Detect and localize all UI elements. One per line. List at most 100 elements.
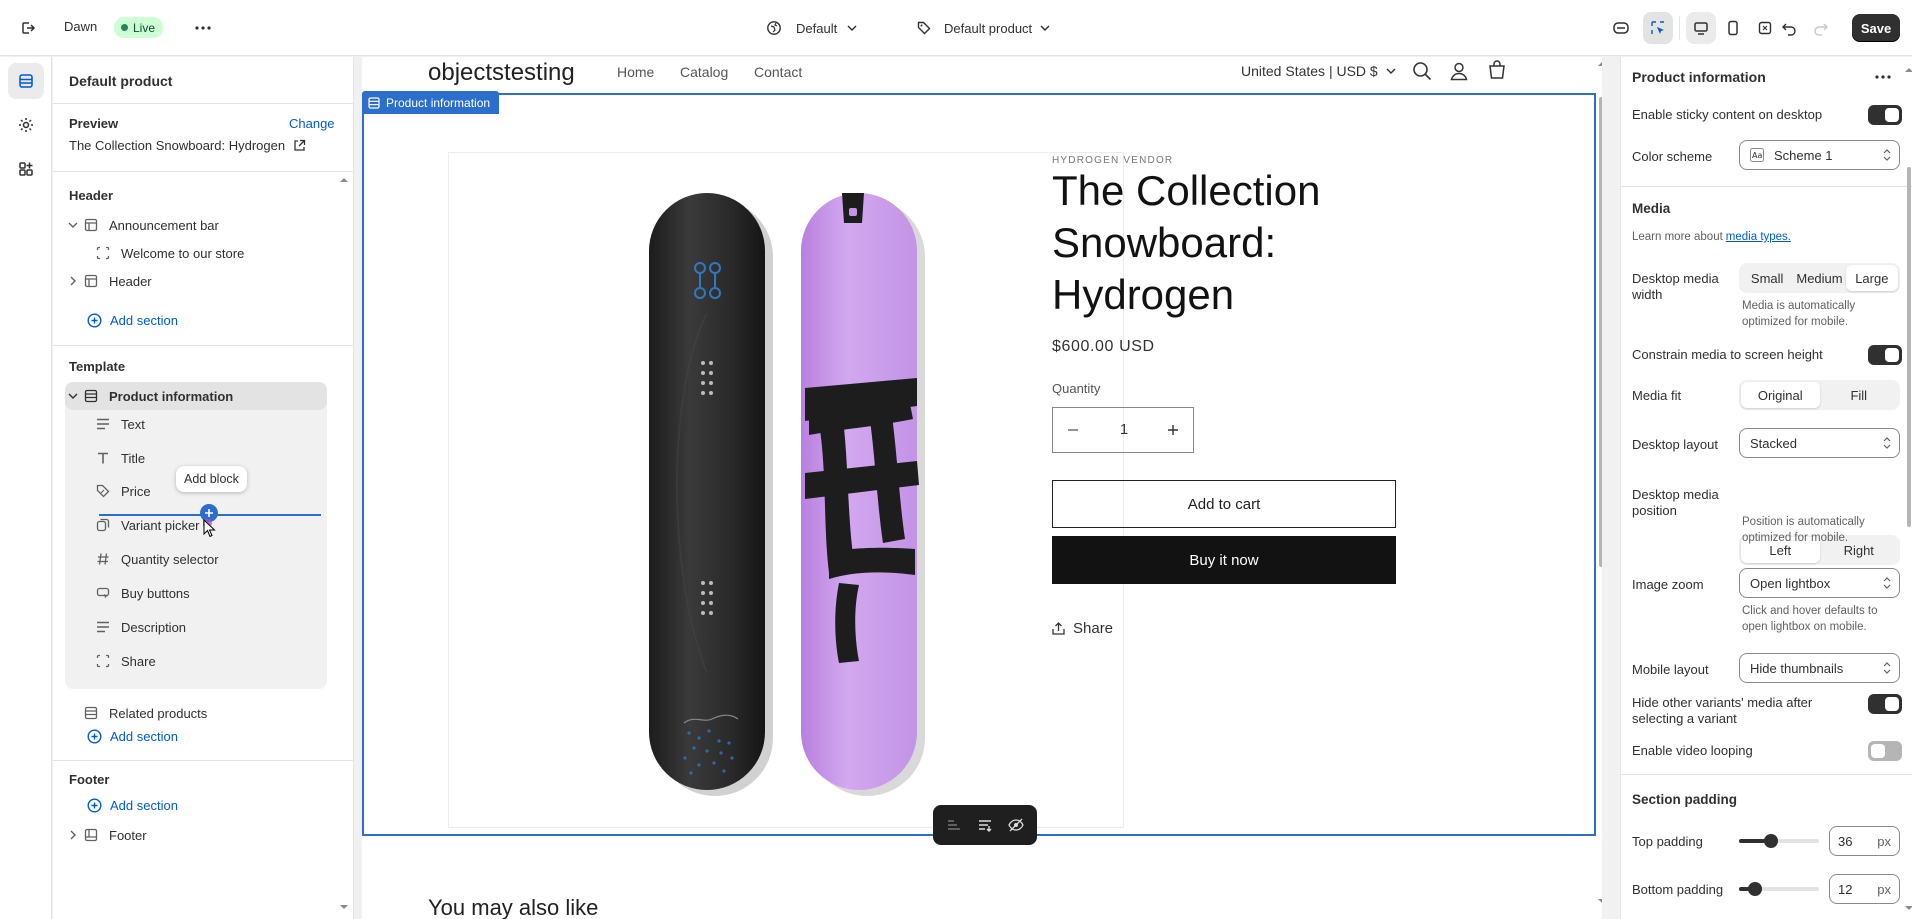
section-padding-heading: Section padding [1632, 792, 1738, 807]
settings-title: Product information [1632, 69, 1766, 85]
mobile-view-icon[interactable] [1718, 12, 1748, 44]
unit-label: px [1877, 833, 1891, 849]
block-buy-buttons[interactable]: Buy buttons [81, 579, 327, 607]
preview-product[interactable]: The Collection Snowboard: Hydrogen [69, 138, 306, 153]
tree-item-welcome[interactable]: Welcome to our store [81, 239, 327, 267]
preview-scrollbar[interactable] [1599, 97, 1602, 567]
move-down-icon[interactable] [977, 818, 993, 832]
section-tag-label: Product information [386, 95, 491, 110]
search-icon[interactable] [1412, 61, 1432, 81]
top-padding-slider[interactable] [1739, 839, 1819, 843]
scroll-up-icon[interactable] [1597, 61, 1602, 67]
sections-icon[interactable] [8, 63, 44, 99]
scheme-swatch-icon: Aa [1750, 148, 1764, 162]
add-section-button[interactable]: Add section [87, 729, 178, 744]
account-icon[interactable] [1449, 61, 1469, 81]
tag-icon [916, 20, 932, 36]
icon-rail [0, 57, 52, 919]
share-button[interactable]: Share [1052, 620, 1113, 637]
add-to-cart-button[interactable]: Add to cart [1052, 480, 1396, 528]
product-media[interactable] [448, 152, 1124, 828]
section-toolbar [933, 805, 1037, 845]
chevron-down-icon[interactable] [65, 393, 81, 399]
cart-icon[interactable] [1487, 60, 1507, 80]
more-actions-icon[interactable] [188, 12, 218, 44]
related-heading: You may also like [428, 895, 599, 919]
media-width-large[interactable]: Large [1845, 265, 1898, 291]
plus-icon[interactable] [1167, 424, 1179, 436]
block-quantity-selector[interactable]: Quantity selector [81, 545, 327, 573]
scroll-up-icon[interactable] [1904, 67, 1912, 73]
quantity-stepper[interactable]: 1 [1052, 407, 1194, 453]
sticky-toggle[interactable] [1868, 105, 1902, 125]
variant-icon [93, 518, 113, 532]
chevron-right-icon[interactable] [65, 830, 81, 840]
template-selector[interactable]: Default [758, 12, 868, 44]
block-label: Buy buttons [121, 585, 190, 601]
top-padding-label: Top padding [1632, 834, 1703, 849]
bottom-padding-thumb[interactable] [1748, 882, 1762, 896]
theme-store-icon[interactable] [1606, 12, 1636, 44]
hide-icon[interactable] [1007, 818, 1024, 832]
chevron-right-icon[interactable] [65, 276, 81, 286]
product-selector[interactable]: Default product [908, 12, 1068, 44]
settings-scrollbar[interactable] [1907, 167, 1911, 527]
add-section-button[interactable]: Add section [87, 313, 178, 328]
media-fit-fill[interactable]: Fill [1820, 382, 1899, 408]
nav-contact[interactable]: Contact [754, 64, 802, 80]
top-padding-value[interactable]: 36 [1838, 834, 1852, 849]
bottom-padding-input[interactable]: 12 px [1829, 874, 1900, 904]
globe-icon [766, 20, 782, 36]
image-zoom-select[interactable]: Open lightbox [1739, 568, 1900, 598]
redo-icon[interactable] [1806, 12, 1836, 44]
svg-text:Aa: Aa [1752, 151, 1762, 160]
top-padding-thumb[interactable] [1764, 834, 1778, 848]
media-width-medium[interactable]: Medium [1793, 265, 1845, 291]
nav-catalog[interactable]: Catalog [680, 64, 728, 80]
undo-icon[interactable] [1774, 12, 1804, 44]
top-padding-input[interactable]: 36 px [1829, 826, 1900, 856]
desktop-layout-select[interactable]: Stacked [1739, 428, 1900, 458]
color-scheme-select[interactable]: Aa Scheme 1 [1739, 140, 1900, 170]
locale-selector[interactable]: United States | USD $ [1241, 63, 1396, 79]
desktop-view-icon[interactable] [1686, 12, 1716, 44]
video-loop-toggle[interactable] [1868, 741, 1902, 761]
hide-variants-toggle[interactable] [1868, 694, 1902, 714]
apps-icon[interactable] [8, 151, 44, 187]
nav-home[interactable]: Home [617, 64, 654, 80]
more-actions-icon[interactable] [1875, 75, 1891, 79]
inspector-icon[interactable] [1643, 12, 1673, 44]
scroll-down-icon[interactable] [339, 904, 349, 910]
add-section-button[interactable]: Add section [87, 798, 178, 813]
move-up-icon[interactable] [946, 818, 962, 832]
tree-item-product-information[interactable]: Product information [65, 382, 327, 410]
chevron-down-icon[interactable] [65, 222, 81, 228]
scroll-down-icon[interactable] [1904, 905, 1912, 911]
block-text[interactable]: Text [81, 410, 327, 438]
store-logo[interactable]: objectstesting [428, 59, 575, 87]
block-description[interactable]: Description [81, 613, 327, 641]
section-tag[interactable]: Product information [362, 91, 500, 114]
change-link[interactable]: Change [289, 116, 335, 131]
scroll-up-icon[interactable] [339, 177, 349, 183]
scroll-down-icon[interactable] [1597, 898, 1602, 904]
constrain-toggle[interactable] [1868, 345, 1902, 365]
media-fit-original[interactable]: Original [1741, 382, 1820, 408]
text-align-icon [93, 621, 113, 633]
block-share[interactable]: Share [81, 647, 327, 675]
tree-item-announcement-bar[interactable]: Announcement bar [65, 211, 327, 239]
mobile-layout-select[interactable]: Hide thumbnails [1739, 653, 1900, 683]
plus-circle-icon [87, 729, 102, 744]
tree-item-related-products[interactable]: Related products [65, 699, 327, 727]
theme-settings-icon[interactable] [8, 107, 44, 143]
block-icon [93, 246, 113, 260]
media-width-small[interactable]: Small [1741, 265, 1793, 291]
tree-item-header[interactable]: Header [65, 267, 327, 295]
tree-item-footer[interactable]: Footer [65, 821, 327, 849]
select-arrows-icon [1883, 662, 1891, 674]
media-types-link[interactable]: media types. [1726, 231, 1791, 243]
bottom-padding-value[interactable]: 12 [1838, 882, 1852, 897]
buy-now-button[interactable]: Buy it now [1052, 536, 1396, 584]
exit-icon[interactable] [12, 12, 44, 44]
save-button[interactable]: Save [1852, 14, 1900, 42]
